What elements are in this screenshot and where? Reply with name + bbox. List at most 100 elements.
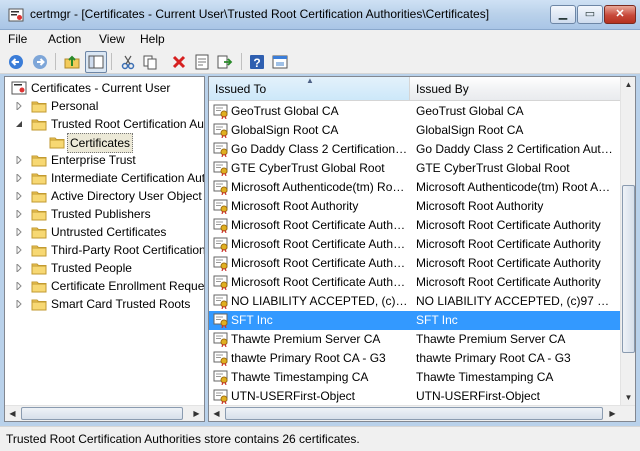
expand-arrow-icon[interactable]: [15, 246, 23, 254]
menu-view[interactable]: View: [93, 30, 131, 49]
delete-icon[interactable]: [168, 51, 190, 73]
list-scroll-thumb[interactable]: [622, 185, 635, 353]
help-icon[interactable]: ?: [246, 51, 268, 73]
cell-issued-by: UTN-USERFirst-Object: [416, 389, 541, 403]
minimize-button[interactable]: ▁: [550, 5, 576, 24]
tree-item-label: Certificate Enrollment Requests: [51, 279, 205, 293]
back-icon[interactable]: [5, 51, 27, 73]
cell-issued-to: Microsoft Root Certificate Authority: [231, 256, 408, 270]
tree-horizontal-scrollbar[interactable]: ◀ ▶: [5, 405, 204, 421]
close-button[interactable]: ✕: [604, 5, 636, 24]
open-folder-icon: [49, 137, 65, 149]
title-bar: certmgr - [Certificates - Current User\T…: [0, 0, 640, 30]
tree-item-label: Intermediate Certification Authorities: [51, 171, 205, 185]
expand-arrow-icon[interactable]: [15, 192, 23, 200]
cell-issued-to: GeoTrust Global CA: [231, 104, 339, 118]
certificate-row[interactable]: Go Daddy Class 2 Certification Authority…: [209, 140, 622, 159]
cell-issued-to: Microsoft Authenticode(tm) Root Authorit…: [231, 180, 408, 194]
console-icon[interactable]: [269, 51, 291, 73]
expand-arrow-icon[interactable]: [15, 264, 23, 272]
certificate-icon: [213, 351, 228, 366]
tree-item-label: Trusted Publishers: [51, 207, 151, 221]
cell-issued-by: Microsoft Authenticode(tm) Root Authorit…: [416, 180, 616, 194]
certificate-list-pane[interactable]: ▲ Issued To Issued By GeoTrust Global CA…: [208, 76, 636, 422]
certificate-row[interactable]: Microsoft Root Certificate Authority Micr…: [209, 254, 622, 273]
expand-arrow-icon[interactable]: [15, 156, 23, 164]
menu-help[interactable]: Help: [134, 30, 171, 49]
up-folder-icon[interactable]: [61, 51, 83, 73]
certificate-row[interactable]: NO LIABILITY ACCEPTED, (c)97 VeriSign, I…: [209, 292, 622, 311]
certmgr-app-icon[interactable]: [8, 7, 24, 23]
column-header-issued-to[interactable]: ▲ Issued To: [209, 77, 410, 101]
certificate-row[interactable]: Microsoft Root Certificate Authority Micr…: [209, 235, 622, 254]
cell-issued-by: NO LIABILITY ACCEPTED, (c)97 VeriSign, I…: [416, 294, 616, 308]
cell-issued-by: GeoTrust Global CA: [416, 104, 524, 118]
list-hscroll-thumb[interactable]: [225, 407, 603, 420]
tree-item-label: Trusted People: [51, 261, 132, 275]
show-hide-tree-icon[interactable]: [85, 51, 107, 73]
folder-icon: [31, 119, 47, 131]
tree-item-label: Third-Party Root Certification Authoriti…: [51, 243, 205, 257]
expand-arrow-icon[interactable]: [15, 102, 23, 110]
scroll-down-arrow-icon[interactable]: ▼: [621, 390, 635, 405]
cell-issued-to: Microsoft Root Certificate Authority: [231, 275, 408, 289]
tree-item-label: Smart Card Trusted Roots: [51, 297, 191, 311]
cell-issued-to: Microsoft Root Authority: [231, 199, 359, 213]
cut-icon[interactable]: [117, 51, 139, 73]
certificate-row[interactable]: Thawte Timestamping CA Thawte Timestampin…: [209, 368, 622, 387]
cell-issued-to: GTE CyberTrust Global Root: [231, 161, 385, 175]
certificate-row[interactable]: Microsoft Authenticode(tm) Root Authorit…: [209, 178, 622, 197]
certificate-row[interactable]: GlobalSign Root CA GlobalSign Root CA: [209, 121, 622, 140]
folder-icon: [31, 173, 47, 185]
certificate-row-selected[interactable]: SFT Inc SFT Inc: [209, 311, 622, 330]
certificate-row[interactable]: GTE CyberTrust Global Root GTE CyberTrust…: [209, 159, 622, 178]
expand-arrow-icon[interactable]: [15, 228, 23, 236]
tree-item-label: Certificates: [67, 133, 134, 153]
cell-issued-by: Thawte Premium Server CA: [416, 332, 566, 346]
cell-issued-to: Go Daddy Class 2 Certification Authority: [231, 142, 408, 156]
certificate-row[interactable]: thawte Primary Root CA - G3 thawte Primar…: [209, 349, 622, 368]
cell-issued-by: Microsoft Root Certificate Authority: [416, 237, 601, 251]
scroll-up-arrow-icon[interactable]: ▲: [621, 77, 635, 92]
cell-issued-to: SFT Inc: [231, 313, 273, 327]
collapse-arrow-icon[interactable]: [15, 120, 23, 128]
certificate-row[interactable]: Microsoft Root Certificate Authority Micr…: [209, 273, 622, 292]
tree-pane[interactable]: Certificates - Current User Personal Trus…: [4, 76, 205, 422]
export-icon[interactable]: [214, 51, 236, 73]
certificates-snapin-icon: [11, 81, 27, 95]
folder-icon: [31, 245, 47, 257]
cell-issued-by: Microsoft Root Certificate Authority: [416, 218, 601, 232]
expand-arrow-icon[interactable]: [15, 282, 23, 290]
certificate-row[interactable]: GeoTrust Global CA GeoTrust Global CA: [209, 102, 622, 121]
list-scroll-right-arrow-icon[interactable]: ▶: [605, 406, 620, 421]
folder-icon: [31, 191, 47, 203]
expand-arrow-icon[interactable]: [15, 300, 23, 308]
cell-issued-by: GTE CyberTrust Global Root: [416, 161, 570, 175]
certificate-row[interactable]: UTN-USERFirst-Object UTN-USERFirst-Object: [209, 387, 622, 406]
folder-icon: [31, 155, 47, 167]
cell-issued-to: Microsoft Root Certificate Authority: [231, 218, 408, 232]
certificate-row[interactable]: Thawte Premium Server CA Thawte Premium S…: [209, 330, 622, 349]
list-vertical-scrollbar[interactable]: ▲ ▼: [620, 77, 635, 405]
status-text: Trusted Root Certification Authorities s…: [6, 432, 360, 446]
folder-icon: [31, 281, 47, 293]
certificate-row[interactable]: Microsoft Root Certificate Authority Micr…: [209, 216, 622, 235]
scroll-left-arrow-icon[interactable]: ◀: [5, 406, 20, 421]
certificate-row[interactable]: Microsoft Root Authority Microsoft Root A…: [209, 197, 622, 216]
certificate-icon: [213, 275, 228, 290]
certificate-icon: [213, 237, 228, 252]
menu-file[interactable]: File: [2, 30, 33, 49]
list-horizontal-scrollbar[interactable]: ◀ ▶: [209, 405, 635, 421]
sort-ascending-icon: ▲: [306, 76, 314, 85]
tree-scroll-thumb[interactable]: [21, 407, 183, 420]
copy-icon[interactable]: [139, 51, 161, 73]
expand-arrow-icon[interactable]: [15, 210, 23, 218]
scroll-right-arrow-icon[interactable]: ▶: [189, 406, 204, 421]
menu-action[interactable]: Action: [42, 30, 87, 49]
column-header-issued-by[interactable]: Issued By: [410, 77, 622, 101]
forward-icon[interactable]: [29, 51, 51, 73]
properties-icon[interactable]: [191, 51, 213, 73]
expand-arrow-icon[interactable]: [15, 174, 23, 182]
list-scroll-left-arrow-icon[interactable]: ◀: [209, 406, 224, 421]
maximize-button[interactable]: ▭: [577, 5, 603, 24]
